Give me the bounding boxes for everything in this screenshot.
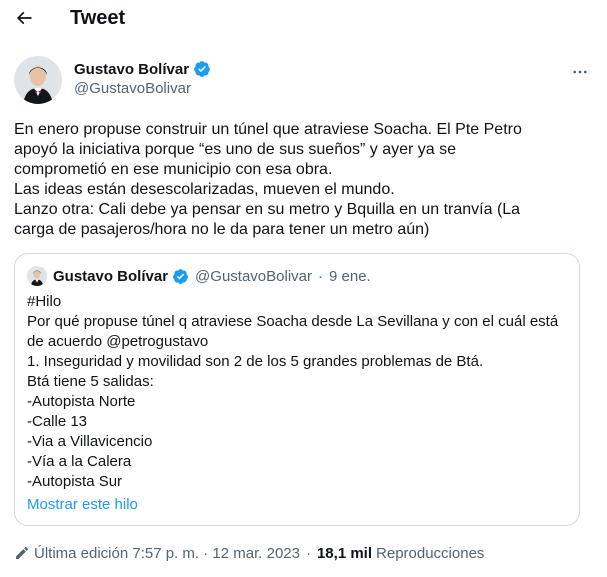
author-name-text: Gustavo Bolívar xyxy=(74,60,190,78)
quoted-line: Por qué propuse túnel q atraviese Soacha… xyxy=(27,313,559,330)
quoted-line: 1. Inseguridad y movilidad son 2 de los … xyxy=(27,353,484,370)
tweet-text: En enero propuse construir un túnel que … xyxy=(14,120,594,240)
more-horizontal-icon xyxy=(573,70,587,74)
quoted-tweet[interactable]: Gustavo Bolívar @GustavoBolivar · 9 ene.… xyxy=(14,253,580,526)
verified-badge-icon xyxy=(194,61,210,77)
quoted-author-name: Gustavo Bolívar xyxy=(53,267,169,285)
profile-photo-icon xyxy=(14,56,62,104)
quoted-line: -Autopista Norte xyxy=(27,393,136,410)
author-handle[interactable]: @GustavoBolivar xyxy=(74,80,191,97)
quoted-avatar xyxy=(27,266,47,286)
views-count: 18,1 mil xyxy=(316,544,373,562)
back-button[interactable] xyxy=(10,4,38,32)
views-label: Reproducciones xyxy=(376,544,485,562)
tweet-line: Las ideas están desescolarizadas, mueven… xyxy=(14,181,395,198)
show-thread-link[interactable]: Mostrar este hilo xyxy=(27,496,138,513)
arrow-left-icon xyxy=(16,11,32,25)
quoted-line: de acuerdo @petrogustavo xyxy=(27,333,209,350)
tweet-line: apoyó la iniciativa porque “es uno de su… xyxy=(14,141,457,158)
footer-separator: · xyxy=(305,544,311,562)
verified-badge-icon xyxy=(173,268,188,284)
profile-photo-icon xyxy=(27,266,47,286)
quoted-line: -Via a Villavicencio xyxy=(27,433,153,450)
avatar[interactable] xyxy=(14,56,62,104)
quoted-line: -Calle 13 xyxy=(27,413,88,430)
author-name[interactable]: Gustavo Bolívar xyxy=(74,60,211,78)
quoted-line: -Autopista Sur xyxy=(27,473,123,490)
more-options-button[interactable] xyxy=(566,58,594,86)
quoted-date: 9 ene. xyxy=(329,267,371,285)
tweet-metadata: Última edición 7:57 p. m. · 12 mar. 2023… xyxy=(14,543,484,563)
tweet-line: carga de pasajeros/hora no le da para te… xyxy=(14,221,430,238)
quoted-line: #Hilo xyxy=(27,293,62,310)
tweet-line: comprometió en ese municipio con esa obr… xyxy=(14,161,333,178)
quoted-tweet-text: #Hilo Por qué propuse túnel q atraviese … xyxy=(27,292,572,492)
quoted-line: Btá tiene 5 salidas: xyxy=(27,373,154,390)
quoted-separator: · xyxy=(318,267,323,285)
top-bar: Tweet xyxy=(0,0,607,38)
tweet-line: En enero propuse construir un túnel que … xyxy=(14,121,522,138)
page-title: Tweet xyxy=(70,7,126,29)
quoted-line: -Vía a la Calera xyxy=(27,453,132,470)
edit-pencil-icon xyxy=(14,545,30,561)
tweet-line: Lanzo otra: Cali debe ya pensar en su me… xyxy=(14,201,521,218)
quoted-tweet-header: Gustavo Bolívar @GustavoBolivar · 9 ene. xyxy=(27,266,371,286)
quoted-author-handle: @GustavoBolivar xyxy=(195,267,312,285)
edited-timestamp-link[interactable]: Última edición 7:57 p. m. · 12 mar. 2023 xyxy=(34,545,300,562)
tweet-author: Gustavo Bolívar @GustavoBolivar xyxy=(14,56,594,106)
